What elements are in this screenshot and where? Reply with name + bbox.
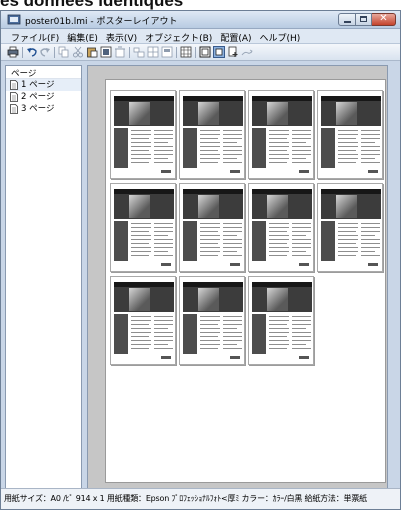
menu-bar: ファイル(F) 編集(E) 表示(V) オブジェクト(B) 配置(A) ヘルプ(… [1, 29, 400, 44]
undo-icon[interactable] [26, 46, 38, 58]
page-item-label: 3 ページ [21, 104, 55, 114]
maximize-icon [360, 16, 367, 22]
delete-icon[interactable] [114, 46, 126, 58]
toolbar [1, 44, 400, 61]
canvas-background [88, 66, 387, 496]
app-icon [7, 14, 21, 25]
menu-edit[interactable]: 編集(E) [63, 29, 102, 44]
page-panel-header: ページ [6, 66, 81, 79]
poster-tile-4[interactable] [317, 90, 383, 179]
app-window: poster01b.lmi - ポスターレイアウト ✕ ファイル(F) 編集(E… [0, 10, 401, 510]
add-page-icon[interactable] [227, 46, 239, 58]
print-icon[interactable] [7, 46, 19, 58]
status-bar: 用紙サイズ：A0 /ﾋﾟ 914 x 1 用紙種類：Epson ﾌﾟﾛﾌｪｯｼｮ… [1, 488, 400, 509]
menu-arrange[interactable]: 配置(A) [216, 29, 255, 44]
poster-tile-5[interactable] [110, 183, 176, 272]
page-icon [10, 92, 18, 102]
page-caption: es données identiques [0, 0, 184, 10]
tool-icon[interactable] [241, 46, 253, 58]
page-item-label: 1 ページ [21, 80, 55, 90]
layout-icon[interactable] [161, 46, 173, 58]
menu-help[interactable]: ヘルプ(H) [256, 29, 305, 44]
copy-icon[interactable] [58, 46, 70, 58]
menu-view[interactable]: 表示(V) [102, 29, 141, 44]
menu-file[interactable]: ファイル(F) [7, 29, 63, 44]
poster-tile-10[interactable] [179, 276, 245, 365]
poster-tile-1[interactable] [110, 90, 176, 179]
paper-sheet[interactable] [105, 79, 386, 483]
page-item-3[interactable]: 3 ページ [6, 103, 81, 115]
poster-tile-6[interactable] [179, 183, 245, 272]
page-view-icon[interactable] [199, 46, 211, 58]
menu-object[interactable]: オブジェクト(B) [141, 29, 216, 44]
poster-tile-2[interactable] [179, 90, 245, 179]
close-icon: ✕ [379, 13, 388, 24]
poster-tile-7[interactable] [248, 183, 314, 272]
redo-icon[interactable] [39, 46, 51, 58]
page-icon [10, 104, 18, 114]
page-item-1[interactable]: 1 ページ [6, 79, 81, 91]
poster-tile-9[interactable] [110, 276, 176, 365]
distribute-icon[interactable] [147, 46, 159, 58]
status-text: 用紙サイズ：A0 /ﾋﾟ 914 x 1 用紙種類：Epson ﾌﾟﾛﾌｪｯｼｮ… [4, 494, 367, 503]
grid-icon[interactable] [180, 46, 192, 58]
cut-icon[interactable] [72, 46, 84, 58]
page-preview-icon[interactable] [213, 46, 225, 58]
minimize-icon [344, 21, 351, 23]
align-icon[interactable] [133, 46, 145, 58]
maximize-button[interactable] [356, 13, 372, 26]
poster-tile-3[interactable] [248, 90, 314, 179]
poster-tile-8[interactable] [317, 183, 383, 272]
paste-icon[interactable] [86, 46, 98, 58]
page-panel: ページ 1 ページ 2 ページ 3 ページ [5, 65, 82, 497]
window-title: poster01b.lmi - ポスターレイアウト [25, 17, 178, 27]
page-icon [10, 80, 18, 90]
minimize-button[interactable] [338, 13, 356, 26]
page-item-label: 2 ページ [21, 92, 55, 102]
page-item-2[interactable]: 2 ページ [6, 91, 81, 103]
layout-canvas[interactable] [87, 65, 388, 497]
title-bar[interactable]: poster01b.lmi - ポスターレイアウト ✕ [1, 11, 400, 29]
poster-tile-11[interactable] [248, 276, 314, 365]
close-button[interactable]: ✕ [372, 13, 396, 26]
duplicate-icon[interactable] [100, 46, 112, 58]
